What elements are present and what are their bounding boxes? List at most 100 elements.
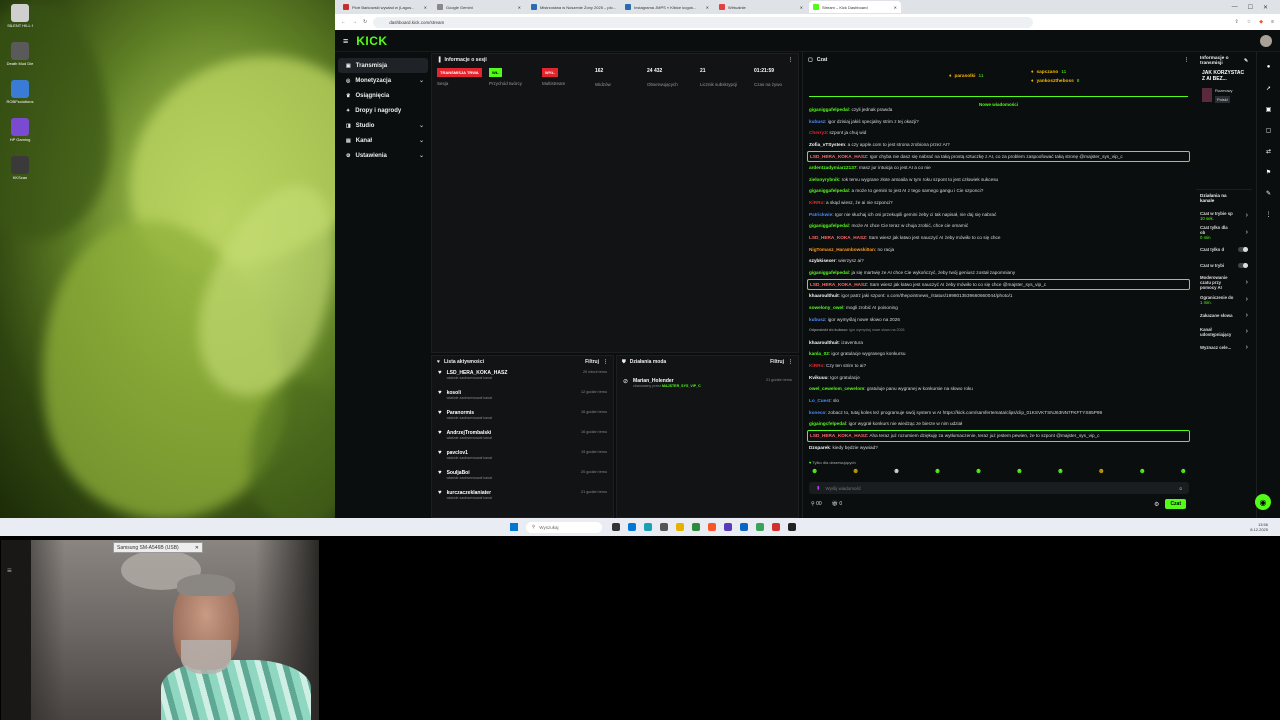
chat-username[interactable]: kubusz: [809, 317, 825, 322]
chat-message[interactable]: zielonyrybnik: rok temu wygrane złote an…: [803, 174, 1194, 186]
chat-message[interactable]: Dzsparek: kiedy będzie wywiad?: [803, 442, 1194, 454]
menu-icon[interactable]: ≡: [7, 566, 12, 575]
taskbar-app-icon[interactable]: [708, 523, 716, 531]
chat-username[interactable]: Kvikuuu: [809, 375, 828, 380]
browser-tab[interactable]: Stream – Kick Dashboard ✕: [809, 1, 901, 13]
chat-message[interactable]: Odpowiedź do kubusz: igor wymyślaj nowe …: [803, 325, 1194, 337]
browser-tab[interactable]: Piotr Barkowski wywiad w (Lagos... ✕: [339, 1, 431, 13]
emote-icon[interactable]: ☻: [1180, 468, 1187, 475]
chat-username[interactable]: LSD_HERA_KOKA_HASZ: [810, 433, 867, 438]
top-chatter[interactable]: ♦ sapczano 11: [1031, 70, 1066, 75]
send-chat-button[interactable]: Czat: [1165, 499, 1186, 509]
chat-username[interactable]: owel_cewelom_cewelom: [809, 386, 864, 391]
sidebar-item-osiągnięcia[interactable]: ♛ Osiągnięcia: [338, 88, 428, 103]
minimize-icon[interactable]: —: [1232, 4, 1238, 11]
sidebar-item-kanał[interactable]: ▤ Kanał ⌄: [338, 133, 428, 148]
top-chatter[interactable]: ♦ yankosztheboss 8: [1031, 79, 1079, 84]
kick-chat-bubble-icon[interactable]: ◉: [1255, 494, 1271, 510]
chat-username[interactable]: KiRRo: [809, 200, 823, 205]
chat-message[interactable]: giganiggafelpedal: może AI chce Cie tera…: [803, 220, 1194, 232]
emote-icon[interactable]: ▮: [817, 485, 819, 491]
channel-action[interactable]: Ograniczenie do 1 min. ›: [1196, 293, 1252, 306]
taskbar-app-icon[interactable]: [772, 523, 780, 531]
desktop-icon[interactable]: ROBFsolutions: [6, 80, 34, 104]
browser-tab[interactable]: Mistrzostwa w Noszenie Żony 2025 – plo..…: [527, 1, 619, 13]
mod-action-item[interactable]: ⊘ Marian_Holender zbanowany przez MAJSTE…: [617, 376, 798, 396]
emote-icon[interactable]: ☻: [1098, 468, 1105, 475]
gift-counter[interactable]: 🎁︎ 0: [832, 501, 843, 507]
chat-icon[interactable]: ▢: [1263, 124, 1275, 136]
more-icon[interactable]: ⋮: [788, 57, 793, 63]
close-icon[interactable]: ✕: [195, 545, 199, 551]
status-badge[interactable]: WYŁ.: [542, 68, 558, 77]
chat-username[interactable]: Lo_Cuest: [809, 398, 830, 403]
edit-icon[interactable]: ✎: [1244, 59, 1248, 64]
tab-close-icon[interactable]: ✕: [894, 5, 897, 10]
chat-username[interactable]: KiRRo: [809, 363, 823, 368]
browser-tab[interactable]: Instagrama JMPS » Kibice kogoś... ✕: [621, 1, 713, 13]
chat-message[interactable]: Lo_Cuest: slo: [803, 395, 1194, 407]
taskbar-app-icon[interactable]: [740, 523, 748, 531]
chat-username[interactable]: gigaingcfelpedal: [809, 421, 846, 426]
channel-action[interactable]: Czat tylko dla ob 0 min ›: [1196, 225, 1252, 240]
chat-message[interactable]: kubusz: igor wymyślaj nowe słowo na 2026: [803, 314, 1194, 326]
desktop-icon[interactable]: SILENT HILL f: [6, 4, 34, 28]
browser-tab[interactable]: Wirtualnie ✕: [715, 1, 807, 13]
chat-message[interactable]: NigTomasz_Harambowski0an: no racja: [803, 244, 1194, 256]
emote-icon[interactable]: ☻: [852, 468, 859, 475]
desktop-icon[interactable]: Death Mud Die: [6, 42, 34, 66]
chat-message[interactable]: owel_cewelom_cewelom: gratuluje panu wyg…: [803, 383, 1194, 395]
filter-button[interactable]: Filtruj: [585, 359, 599, 365]
hamburger-icon[interactable]: ≡: [343, 36, 348, 46]
chat-username[interactable]: Dzsparek: [809, 445, 830, 450]
taskbar-app-icon[interactable]: [724, 523, 732, 531]
monitor-icon[interactable]: ▣: [1263, 103, 1275, 115]
tab-close-icon[interactable]: ✕: [706, 5, 709, 10]
filter-button[interactable]: Filtruj: [770, 359, 784, 365]
more-icon[interactable]: ⋮: [603, 359, 608, 365]
emote-icon[interactable]: ☻: [1057, 468, 1064, 475]
chat-message[interactable]: koneco: zobacz to, tutaj koles też progr…: [803, 407, 1194, 419]
chat-username[interactable]: giganiggafelpedal: [809, 270, 849, 275]
chat-username[interactable]: Zofia_vTSystem: [809, 142, 845, 147]
info-icon[interactable]: ●: [1263, 61, 1275, 73]
brave-icon[interactable]: ◆: [1259, 19, 1263, 25]
channel-action[interactable]: Czat w trybie sp 10 sek. ›: [1196, 209, 1252, 222]
taskbar-app-icon[interactable]: [612, 523, 620, 531]
share-icon[interactable]: ➚: [1263, 82, 1275, 94]
chat-message[interactable]: khaaroulthuit: igor patrz jaki szpont: x…: [803, 290, 1194, 302]
sidebar-item-monetyzacja[interactable]: ◎ Monetyzacja ⌄: [338, 73, 428, 88]
chat-message[interactable]: LSD_HERA_KOKA_HASZ: Igor chyba nie dasz …: [807, 150, 1190, 163]
chat-username[interactable]: Patrickwie: [809, 212, 832, 217]
chat-username[interactable]: Cherry3: [809, 130, 827, 135]
chat-username[interactable]: Odpowiedź do kubusz:: [809, 328, 848, 332]
reload-icon[interactable]: ↻: [363, 19, 367, 25]
ad-icon[interactable]: ⇄: [1263, 145, 1275, 157]
tab-close-icon[interactable]: ✕: [800, 5, 803, 10]
tool-icon[interactable]: ✎: [1263, 187, 1275, 199]
chat-message[interactable]: LSD_HERA_KOKA_HASZ: Sam wiesz jak łatwo …: [803, 232, 1194, 244]
chat-username[interactable]: kanla_02: [809, 351, 829, 356]
chat-message[interactable]: LSD_HERA_KOKA_HASZ: Sam wiesz jak łatwo …: [807, 278, 1190, 291]
chat-username[interactable]: NigTomasz_Harambowski0an: [809, 247, 875, 252]
emoji-icon[interactable]: ☺: [1178, 486, 1183, 491]
sidebar-item-ustawienia[interactable]: ⚙ Ustawienia ⌄: [338, 148, 428, 163]
menu-icon[interactable]: ≡: [1271, 19, 1274, 25]
taskbar-app-icon[interactable]: [660, 523, 668, 531]
chat-username[interactable]: khaaroulthuit: [809, 340, 839, 345]
chat-username[interactable]: giganiggafelpedal: [809, 107, 849, 112]
search-box[interactable]: ⚲ Wyszukaj: [526, 521, 602, 533]
chat-message[interactable]: Zofia_vTSystem: a czy apple.com to jest …: [803, 139, 1194, 151]
status-badge[interactable]: TRANSMISJA TRWA: [437, 68, 482, 77]
chat-message[interactable]: giganiggafelpedal: a może to gemini to j…: [803, 185, 1194, 197]
browser-tab[interactable]: Google Gemini ✕: [433, 1, 525, 13]
channel-action[interactable]: Zakazane słowa ›: [1196, 309, 1252, 322]
chat-message[interactable]: gigaingcfelpedal: igor wygrał konkurs ni…: [803, 418, 1194, 430]
points-counter[interactable]: ⚲ 00: [811, 501, 822, 507]
chat-message[interactable]: LSD_HERA_KOKA_HASZ: Aha teraz już rozumi…: [807, 430, 1190, 442]
chat-username[interactable]: khaaroulthuit: [809, 293, 839, 298]
chat-username[interactable]: szybkisexer: [809, 258, 836, 263]
gear-icon[interactable]: ⚙: [1154, 501, 1159, 508]
channel-action[interactable]: Czat tylko d: [1196, 243, 1252, 256]
chat-message[interactable]: sowelony_owel: mogli zrobić AI poisoning: [803, 302, 1194, 314]
